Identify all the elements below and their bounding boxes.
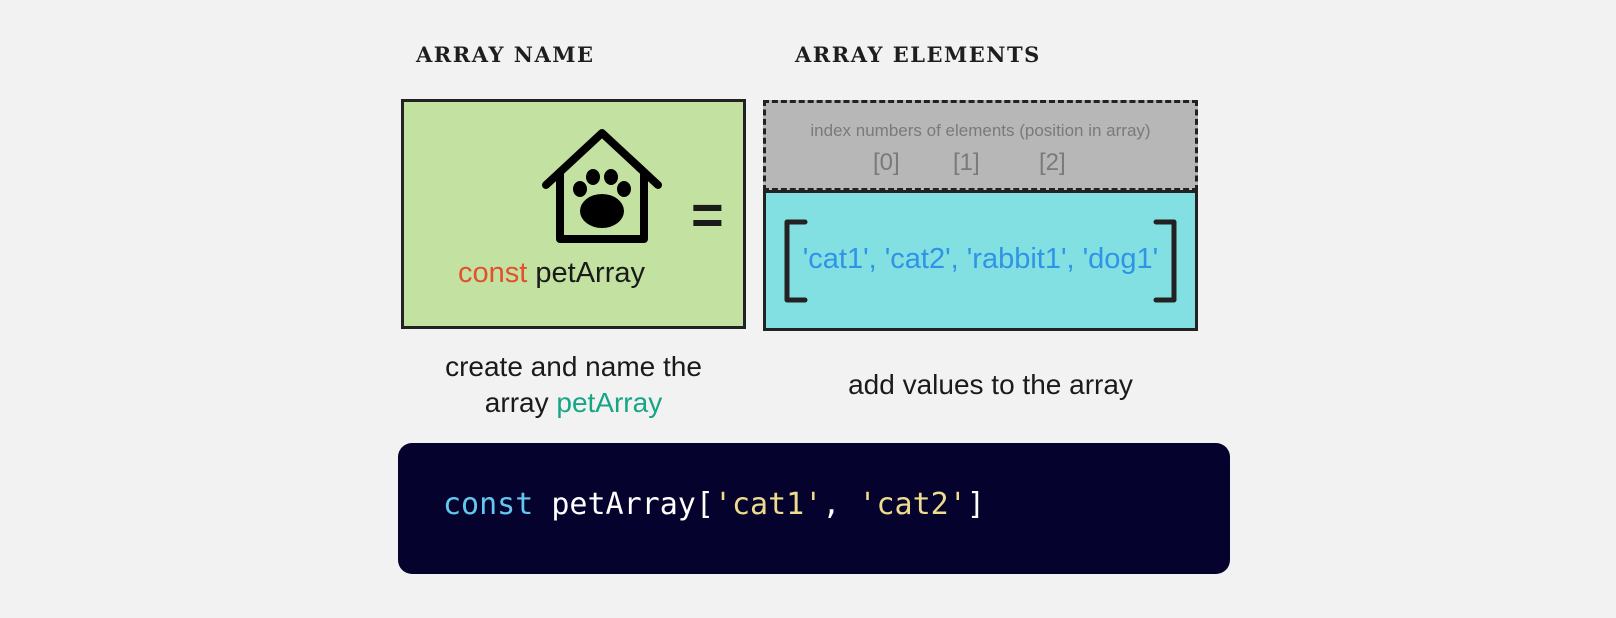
- code-string-2: 'cat2': [858, 487, 967, 522]
- code-string-1: 'cat1': [713, 487, 823, 522]
- array-name: petArray: [535, 257, 645, 289]
- equals-sign: =: [691, 183, 724, 246]
- const-keyword: const: [458, 257, 528, 289]
- name-caption: create and name the array petArray: [401, 349, 746, 421]
- name-caption-line1: create and name the: [445, 351, 702, 382]
- code-snippet-panel: const petArray['cat1', 'cat2']: [398, 443, 1230, 574]
- index-0: [0]: [873, 149, 900, 176]
- name-caption-prefix: array: [484, 387, 549, 418]
- array-name-heading: ARRAY NAME: [416, 42, 595, 67]
- name-caption-highlight: petArray: [556, 387, 663, 418]
- code-open-bracket: [: [695, 487, 714, 522]
- array-values-box: 'cat1', 'cat2', 'rabbit1', 'dog1': [763, 190, 1198, 331]
- code-separator: ,: [822, 487, 859, 522]
- index-2: [2]: [1039, 149, 1066, 176]
- name-caption-line2: array petArray: [401, 385, 746, 421]
- array-elements-heading: ARRAY ELEMENTS: [795, 42, 1041, 67]
- code-close-bracket: ]: [966, 487, 985, 522]
- index-1: [1]: [953, 149, 980, 176]
- dog-house-paw-icon: [542, 129, 662, 243]
- array-declaration-label: const petArray: [458, 257, 645, 290]
- array-name-box: const petArray =: [401, 99, 746, 329]
- index-caption: index numbers of elements (position in a…: [810, 121, 1151, 140]
- code-identifier: petArray: [551, 487, 696, 522]
- values-caption: add values to the array: [848, 369, 1133, 400]
- index-numbers-box: index numbers of elements (position in a…: [763, 100, 1198, 191]
- code-line: const petArray['cat1', 'cat2']: [443, 487, 985, 522]
- code-keyword: const: [443, 487, 534, 522]
- array-values: 'cat1', 'cat2', 'rabbit1', 'dog1': [802, 243, 1159, 275]
